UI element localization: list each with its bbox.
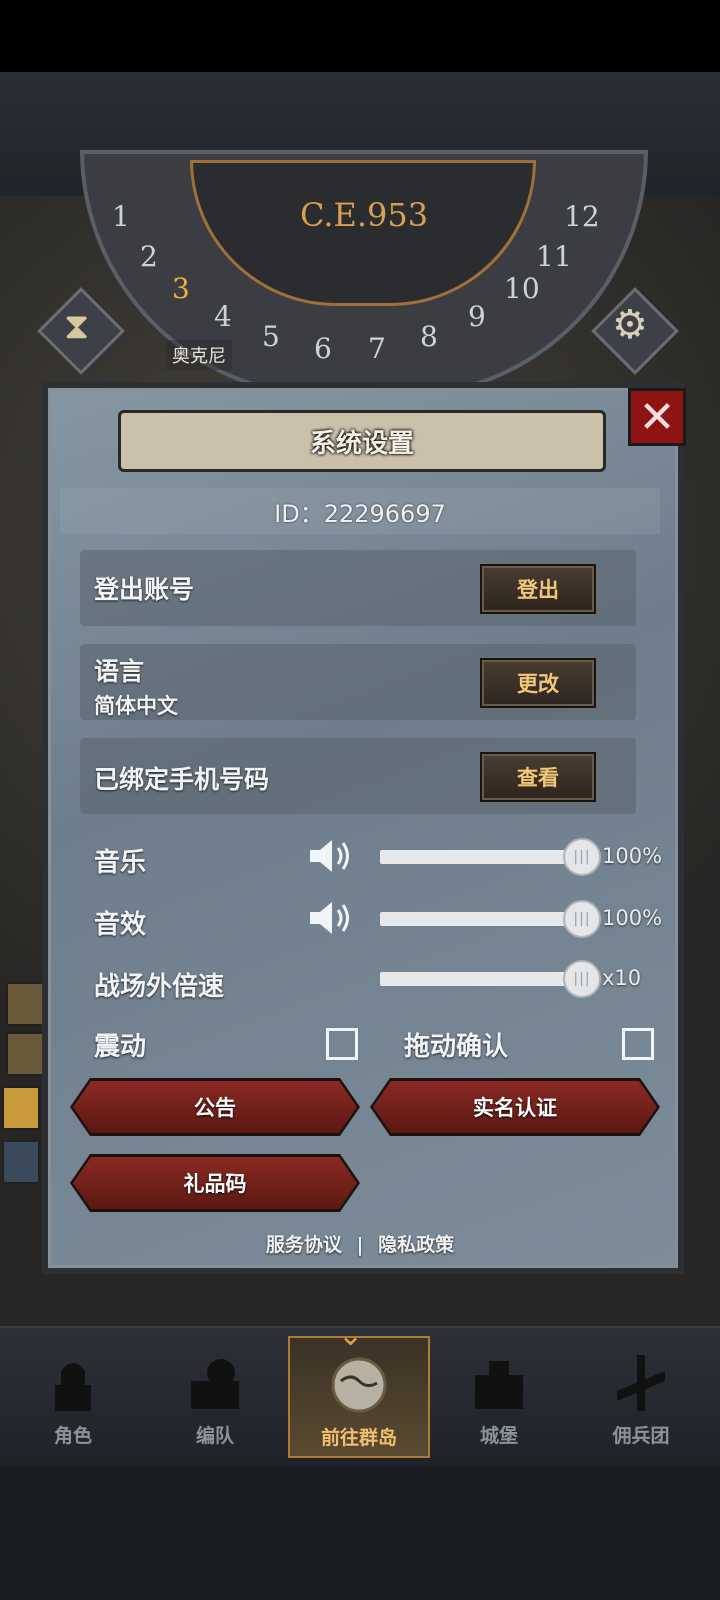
close-button[interactable]: ✕: [628, 388, 686, 446]
view-phone-button[interactable]: 查看: [480, 752, 596, 802]
tab-mercenary[interactable]: 佣兵团: [572, 1336, 710, 1454]
service-agreement-link[interactable]: 服务协议: [266, 1234, 342, 1256]
tab-castle[interactable]: 城堡: [430, 1336, 568, 1454]
vibration-checkbox[interactable]: [326, 1028, 358, 1060]
speed-label: 战场外倍速: [94, 972, 225, 1002]
speed-value: x10: [602, 966, 642, 990]
dial-month: 6: [314, 332, 332, 365]
tab-label: 城堡: [479, 1425, 518, 1447]
music-value: 100%: [602, 844, 663, 868]
sfx-slider-track[interactable]: [380, 912, 580, 926]
mercenary-icon: [617, 1355, 665, 1411]
dial-month: 10: [504, 272, 540, 305]
phone-label: 已绑定手机号码: [94, 765, 270, 794]
sfx-label: 音效: [94, 910, 147, 940]
squad-icon: [191, 1359, 239, 1409]
speed-slider-handle[interactable]: |||: [563, 960, 601, 998]
tab-label: 佣兵团: [612, 1425, 670, 1447]
globe-icon: [331, 1357, 387, 1413]
footer-background: [0, 1466, 720, 1600]
change-language-button[interactable]: 更改: [480, 658, 596, 708]
logout-button[interactable]: 登出: [480, 564, 596, 614]
dial-month: 11: [536, 240, 572, 273]
privacy-policy-link[interactable]: 隐私政策: [378, 1234, 454, 1256]
drag-confirm-label: 拖动确认: [404, 1032, 509, 1062]
close-icon: ✕: [638, 391, 676, 443]
dial-month: 2: [140, 240, 158, 273]
tab-character[interactable]: 角色: [4, 1336, 142, 1454]
dial-month: 9: [468, 300, 486, 333]
tab-label: 前往群岛: [320, 1427, 397, 1449]
era-label: C.E.953: [300, 196, 429, 234]
user-id: ID：22296697: [60, 488, 660, 534]
dial-month: 7: [368, 332, 386, 365]
dial-month: 5: [262, 320, 280, 353]
tab-go-islands[interactable]: 前往群岛: [288, 1336, 430, 1458]
speaker-icon[interactable]: [308, 898, 354, 938]
dial-month: 8: [420, 320, 438, 353]
knight-icon: [55, 1363, 91, 1411]
sfx-value: 100%: [602, 906, 663, 930]
language-value: 简体中文: [94, 694, 178, 718]
vibration-label: 震动: [94, 1032, 147, 1062]
castle-icon: [475, 1361, 523, 1409]
speed-slider-track[interactable]: [380, 972, 580, 986]
sfx-slider-handle[interactable]: |||: [563, 900, 601, 938]
link-separator: |: [356, 1234, 364, 1256]
realname-button[interactable]: 实名认证: [373, 1081, 657, 1133]
music-slider-track[interactable]: [380, 850, 580, 864]
side-quest-icon[interactable]: [6, 1032, 44, 1076]
gift-code-button[interactable]: 礼品码: [73, 1157, 357, 1209]
hourglass-icon: ⧗: [64, 306, 90, 347]
side-check-icon[interactable]: [2, 1086, 40, 1130]
side-scroll-icon[interactable]: [6, 982, 44, 1026]
map-place-label: 奥克尼: [166, 340, 232, 370]
dialog-title-bar: 系统设置: [118, 410, 606, 472]
dial-month: 12: [564, 200, 600, 233]
dial-month: 4: [214, 300, 232, 333]
dial-month: 1: [112, 200, 130, 233]
gear-icon: ⚙: [612, 302, 648, 348]
tab-label: 编队: [195, 1425, 234, 1447]
language-label: 语言: [94, 657, 145, 686]
dialog-title: 系统设置: [309, 428, 414, 459]
chevron-down-icon: ⌄: [338, 1318, 364, 1353]
tab-squad[interactable]: 编队: [146, 1336, 284, 1454]
music-slider-handle[interactable]: |||: [563, 838, 601, 876]
side-search-icon[interactable]: [2, 1140, 40, 1184]
music-label: 音乐: [94, 848, 147, 878]
legal-links: 服务协议 | 隐私政策: [0, 1230, 720, 1257]
tab-label: 角色: [53, 1425, 92, 1447]
speaker-icon[interactable]: [308, 836, 354, 876]
status-bar: [0, 0, 720, 72]
notice-button[interactable]: 公告: [73, 1081, 357, 1133]
drag-confirm-checkbox[interactable]: [622, 1028, 654, 1060]
dial-month-current[interactable]: 3: [172, 272, 190, 305]
logout-label: 登出账号: [94, 575, 195, 604]
